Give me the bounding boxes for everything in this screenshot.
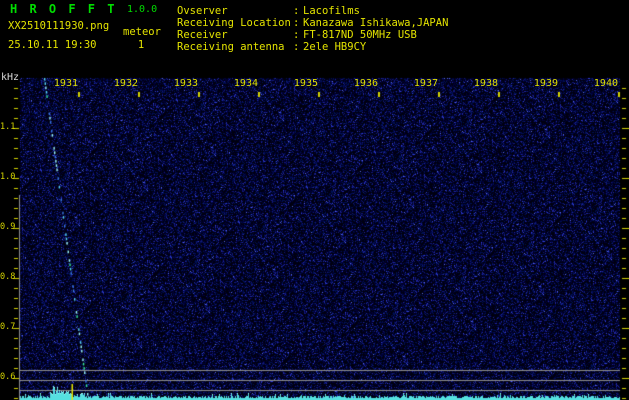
time-tick-label: 1933 <box>173 78 198 89</box>
time-tick-label: 1939 <box>533 78 558 89</box>
freq-tick-label: 1.0 <box>0 172 16 182</box>
time-tick-label: 1932 <box>113 78 138 89</box>
observer-info-row: Receiver: FT-817ND 50MHz USB <box>177 29 448 41</box>
info-value: Kanazawa Ishikawa,JAPAN <box>303 17 449 29</box>
time-tick-label: 1936 <box>353 78 378 89</box>
info-value: FT-817ND 50MHz USB <box>303 29 417 41</box>
info-separator: : <box>293 41 300 53</box>
info-label: Ovserver <box>177 5 228 17</box>
observer-info-block: Ovserver: Lacofilms Receiving Location: Kan… <box>177 5 448 53</box>
info-label: Receiver <box>177 29 228 41</box>
freq-tick-label: 0.6 <box>0 372 16 382</box>
mode-label: meteor <box>123 26 161 38</box>
observer-info-row: Receiving antenna:2ele HB9CY <box>177 41 448 53</box>
freq-tick-label: 0.9 <box>0 222 16 232</box>
time-tick-label: 1937 <box>413 78 438 89</box>
observer-info-row: Ovserver: Lacofilms <box>177 5 448 17</box>
time-tick-label: 1938 <box>473 78 498 89</box>
app-version: 1.0.0 <box>127 4 158 15</box>
time-tick-label: 1935 <box>293 78 318 89</box>
freq-axis-unit: kHz <box>1 72 20 83</box>
hrofft-output-image: H R O F F T 1.0.0 XX2510111930.png meteo… <box>0 0 629 400</box>
info-separator: : <box>293 17 300 29</box>
freq-tick-label: 0.8 <box>0 272 16 282</box>
info-label: Receiving antenna <box>177 41 285 53</box>
observation-datetime: 25.10.11 19:30 <box>8 39 97 51</box>
observer-info-row: Receiving Location: Kanazawa Ishikawa,JAP… <box>177 17 448 29</box>
time-tick-label: 1934 <box>233 78 258 89</box>
freq-tick-label: 1.1 <box>0 122 16 132</box>
time-tick-label: 1931 <box>53 78 78 89</box>
output-filename: XX2510111930.png <box>8 20 110 32</box>
info-value: Lacofilms <box>303 5 360 17</box>
info-label: Receiving Location <box>177 17 291 29</box>
info-separator: : <box>293 5 300 17</box>
spectrogram-canvas <box>0 0 629 400</box>
freq-tick-label: 0.7 <box>0 322 16 332</box>
info-separator: : <box>293 29 300 41</box>
time-tick-label: 1940 <box>593 78 618 89</box>
app-title: H R O F F T <box>10 2 117 16</box>
info-value: 2ele HB9CY <box>303 41 367 53</box>
meteor-count: 1 <box>137 39 145 51</box>
